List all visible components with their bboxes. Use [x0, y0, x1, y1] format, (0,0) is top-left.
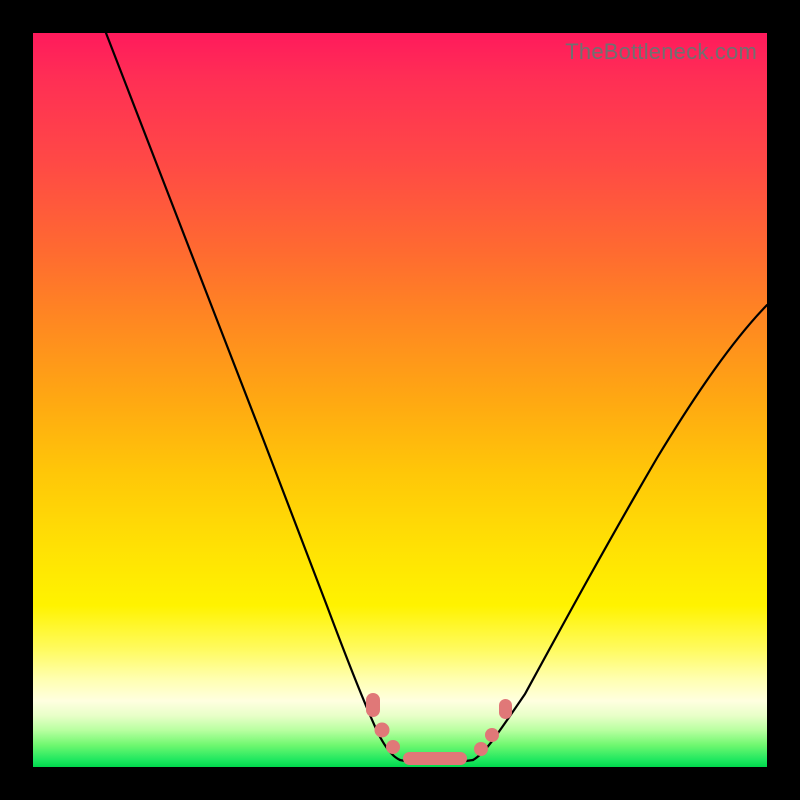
marker-right-mid: [485, 728, 499, 742]
marker-left-upper: [366, 693, 380, 717]
curve-left-branch: [106, 33, 400, 760]
curve-right-branch: [473, 305, 767, 760]
marker-center-pill: [403, 752, 467, 765]
marker-left-low: [386, 740, 400, 754]
marker-right-upper: [499, 699, 512, 719]
marker-left-mid: [375, 723, 390, 738]
curve-layer: [33, 33, 767, 767]
chart-frame: TheBottleneck.com: [0, 0, 800, 800]
plot-area: TheBottleneck.com: [33, 33, 767, 767]
marker-right-low: [474, 742, 488, 756]
